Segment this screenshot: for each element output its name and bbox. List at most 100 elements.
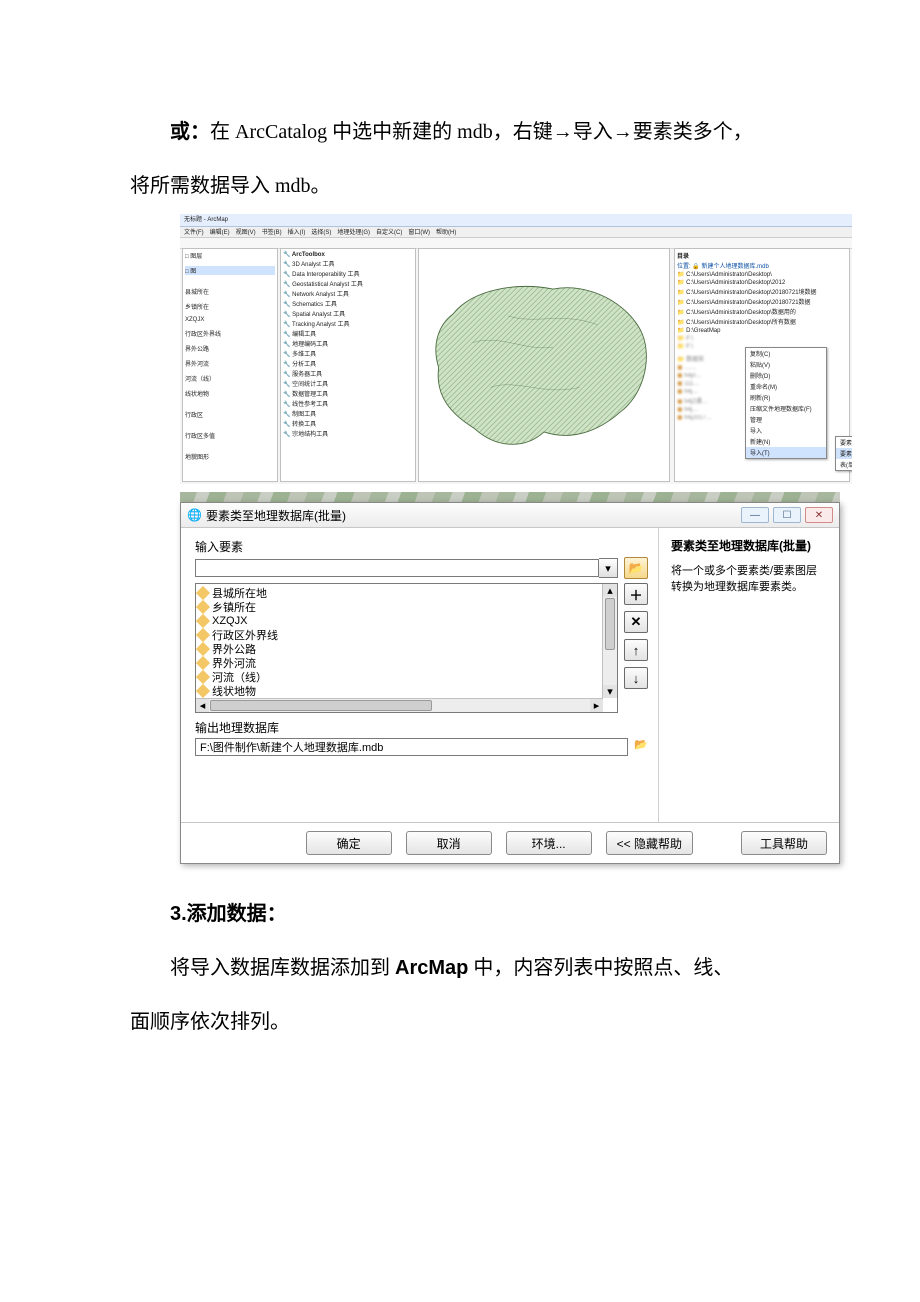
catalog-context-menu[interactable]: 复制(C)粘贴(V)删除(D)重命名(M)刷新(R)压缩文件地理数据库(F)管理… (745, 347, 827, 459)
arcmap-toc-panel[interactable]: □ 图层 □ 图县城所在乡镇所在 XZQJX 行政区外界线界外公路界外河流河流（线） 线… (182, 248, 278, 482)
toolbox-item[interactable]: 宗地结构工具 (283, 429, 413, 438)
arcmap-menu-item[interactable]: 书签(B) (262, 230, 282, 236)
context-menu-item[interactable]: 导入(T) (746, 447, 826, 458)
toolbox-item[interactable]: 服务器工具 (283, 369, 413, 378)
arcmap-menu-item[interactable]: 自定义(C) (376, 230, 402, 236)
arcmap-map-canvas[interactable] (418, 248, 670, 482)
arcmap-menu-item[interactable]: 地理处理(G) (337, 230, 370, 236)
toolbox-item[interactable]: 编辑工具 (283, 329, 413, 338)
cancel-button[interactable]: 取消 (406, 831, 492, 855)
catalog-item[interactable]: C:\Users\Administrator\Desktop\数据用的 (677, 307, 847, 316)
arcmap-menubar[interactable]: 文件(F) 编辑(E) 视图(V) 书签(B) 插入(I) 选择(S) 地理处理(G) 自定义… (180, 227, 852, 238)
submenu-item[interactable]: 要素类(单)… (836, 437, 852, 448)
catalog-item[interactable]: C:\Users\Administrator\Desktop\20180721数… (677, 297, 847, 306)
submenu-item[interactable]: 要素类(多个)… (836, 448, 852, 459)
input-features-listbox[interactable]: 县城所在地乡镇所在XZQJX行政区外界线界外公路界外河流河流（线）线状地物垦线 … (195, 583, 618, 713)
toc-item[interactable]: XZQJX (185, 317, 275, 323)
catalog-item[interactable]: C:\Users\Administrator\Desktop\ (677, 271, 847, 278)
vscroll-thumb[interactable] (605, 598, 615, 650)
context-submenu[interactable]: 要素类(单)…要素类(多个)…表(单)… (835, 436, 852, 471)
list-item[interactable]: 县城所在地 (198, 586, 599, 600)
toc-item[interactable]: 地貌图形 (185, 452, 275, 461)
listbox-vscrollbar[interactable]: ▴ ▾ (602, 584, 617, 698)
hscroll-thumb[interactable] (210, 700, 432, 711)
input-features-dropdown[interactable]: ▾ (599, 558, 618, 578)
toc-item[interactable]: 县城所在 (185, 287, 275, 296)
ok-button[interactable]: 确定 (306, 831, 392, 855)
list-item[interactable]: 线状地物 (198, 684, 599, 698)
arcmap-menu-item[interactable]: 文件(F) (184, 230, 204, 236)
arcmap-menu-item[interactable]: 编辑(E) (210, 230, 230, 236)
list-item[interactable]: 乡镇所在 (198, 600, 599, 614)
toolbox-item[interactable]: 地理编码工具 (283, 339, 413, 348)
toolbox-item[interactable]: 线性参考工具 (283, 399, 413, 408)
list-item[interactable]: 河流（线） (198, 670, 599, 684)
list-remove-button[interactable]: ✕ (624, 611, 648, 633)
arcmap-menu-item[interactable]: 插入(I) (288, 230, 306, 236)
output-gdb-input[interactable] (195, 738, 628, 756)
vscroll-up-arrow[interactable]: ▴ (603, 584, 617, 597)
toolbox-item[interactable]: 分析工具 (283, 359, 413, 368)
hide-help-button[interactable]: << 隐藏帮助 (606, 831, 693, 855)
toolbox-item[interactable]: 转换工具 (283, 419, 413, 428)
context-menu-item[interactable]: 新建(N) (746, 436, 826, 447)
toc-item[interactable]: □ 图层 (185, 251, 275, 260)
toolbox-item[interactable]: Network Analyst 工具 (283, 289, 413, 298)
toolbox-item[interactable]: Data Interoperability 工具 (283, 269, 413, 278)
context-menu-item[interactable]: 导入 (746, 425, 826, 436)
list-move-down-button[interactable]: ↓ (624, 667, 648, 689)
toolbox-item[interactable]: Tracking Analyst 工具 (283, 319, 413, 328)
tool-help-button[interactable]: 工具帮助 (741, 831, 827, 855)
arcmap-menu-item[interactable]: 帮助(H) (436, 230, 456, 236)
toc-item[interactable]: 河流（线） (185, 374, 275, 383)
toc-item[interactable]: 界外河流 (185, 359, 275, 368)
context-menu-item[interactable]: 删除(D) (746, 370, 826, 381)
list-item[interactable]: 行政区外界线 (198, 628, 599, 642)
toc-item[interactable]: □ 图 (185, 266, 275, 275)
toolbox-item[interactable]: 空间统计工具 (283, 379, 413, 388)
toolbox-item[interactable]: 数据管理工具 (283, 389, 413, 398)
submenu-item[interactable]: 表(单)… (836, 459, 852, 470)
arcmap-menu-item[interactable]: 视图(V) (236, 230, 256, 236)
list-move-up-button[interactable]: ↑ (624, 639, 648, 661)
window-maximize-button[interactable]: ☐ (773, 507, 801, 523)
output-gdb-browse-button[interactable]: 📂 (634, 738, 648, 756)
arcmap-menu-item[interactable]: 选择(S) (311, 230, 331, 236)
catalog-item[interactable]: D:\GreatMap (677, 327, 847, 334)
toolbox-item[interactable]: Geostatistical Analyst 工具 (283, 279, 413, 288)
toc-item[interactable]: 线状地物 (185, 389, 275, 398)
toolbox-item[interactable]: 3D Analyst 工具 (283, 259, 413, 268)
context-menu-item[interactable]: 管理 (746, 414, 826, 425)
toc-item[interactable]: 界外公路 (185, 344, 275, 353)
arccatalog-panel[interactable]: 目录 位置: 🔒 新建个人地理数据库.mdb C:\Users\Administ… (674, 248, 850, 482)
context-menu-item[interactable]: 压缩文件地理数据库(F) (746, 403, 826, 414)
context-menu-item[interactable]: 重命名(M) (746, 381, 826, 392)
hscroll-left-arrow[interactable]: ◂ (196, 699, 209, 712)
toc-item[interactable]: 行政区外界线 (185, 329, 275, 338)
vscroll-down-arrow[interactable]: ▾ (603, 685, 617, 698)
listbox-hscrollbar[interactable]: ◂ ▸ (196, 698, 603, 712)
toolbox-item[interactable]: 多维工具 (283, 349, 413, 358)
list-item[interactable]: XZQJX (198, 614, 599, 628)
input-features-combo[interactable] (195, 559, 599, 577)
context-menu-item[interactable]: 粘贴(V) (746, 359, 826, 370)
catalog-item[interactable]: C:\Users\Administrator\Desktop\2012 (677, 279, 847, 286)
context-menu-item[interactable]: 复制(C) (746, 348, 826, 359)
catalog-item[interactable]: C:\Users\Administrator\Desktop\所有数据 (677, 317, 847, 326)
toolbox-item[interactable]: Spatial Analyst 工具 (283, 309, 413, 318)
environments-button[interactable]: 环境... (506, 831, 592, 855)
window-close-button[interactable]: ✕ (805, 507, 833, 523)
toc-item[interactable]: 乡镇所在 (185, 302, 275, 311)
hscroll-right-arrow[interactable]: ▸ (590, 699, 603, 712)
window-minimize-button[interactable]: — (741, 507, 769, 523)
toc-item[interactable]: 行政区 (185, 410, 275, 419)
context-menu-item[interactable]: 刷新(R) (746, 392, 826, 403)
toolbox-item[interactable]: 制图工具 (283, 409, 413, 418)
toolbox-item[interactable]: Schematics 工具 (283, 299, 413, 308)
list-item[interactable]: 界外公路 (198, 642, 599, 656)
catalog-item[interactable]: F:\ (677, 335, 847, 342)
list-item[interactable]: 界外河流 (198, 656, 599, 670)
arctoolbox-panel[interactable]: ArcToolbox3D Analyst 工具Data Interoperabi… (280, 248, 416, 482)
arcmap-menu-item[interactable]: 窗口(W) (408, 230, 430, 236)
list-add-button[interactable]: ＋ (624, 583, 648, 605)
